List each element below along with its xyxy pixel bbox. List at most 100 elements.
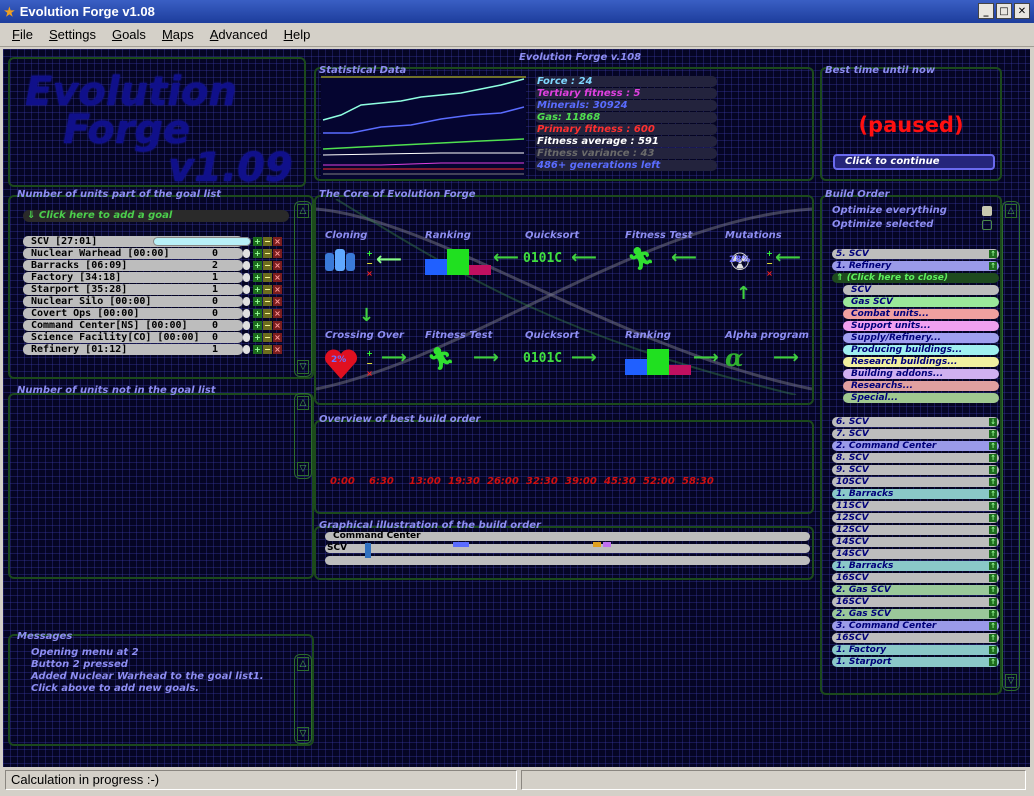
unit-category[interactable]: Building addons... (843, 369, 999, 379)
goal-plus-icon[interactable]: + (253, 237, 262, 246)
goal-remove-icon[interactable]: × (273, 345, 282, 354)
build-order-item[interactable]: 1. Factory ↑ (832, 645, 999, 655)
goal-minus-icon[interactable]: − (263, 333, 272, 342)
build-order-item[interactable]: 1. Barracks ↑ (832, 561, 999, 571)
build-order-item[interactable]: 6. SCV ↓ (832, 417, 999, 427)
goal-plus-icon[interactable]: + (253, 249, 262, 258)
build-order-item[interactable]: 5. SCV ↑ (832, 249, 999, 259)
x-icon[interactable]: × (365, 369, 374, 378)
goal-minus-icon[interactable]: − (263, 261, 272, 270)
build-order-item[interactable]: 10SCV ↑ (832, 477, 999, 487)
goal-minus-icon[interactable]: − (263, 249, 272, 258)
goal-minus-icon[interactable]: − (263, 273, 272, 282)
build-order-item[interactable]: 1. Refinery ↑ (832, 261, 999, 271)
goal-plus-icon[interactable]: + (253, 273, 262, 282)
goal-remove-icon[interactable]: × (273, 297, 282, 306)
x-icon[interactable]: × (765, 269, 774, 278)
scroll-up-icon[interactable]: △ (1005, 204, 1017, 218)
goals-scrollbar[interactable]: △ ▽ (294, 201, 312, 377)
build-order-item[interactable]: 7. SCV ↑ (832, 429, 999, 439)
unit-category[interactable]: Research buildings... (843, 357, 999, 367)
build-order-item[interactable]: 14SCV ↑ (832, 537, 999, 547)
move-up-icon[interactable]: ↑ (989, 430, 997, 438)
unit-category[interactable]: SCV (843, 285, 999, 295)
goal-plus-icon[interactable]: + (253, 333, 262, 342)
plus-icon[interactable]: + (765, 249, 774, 258)
goal-plus-icon[interactable]: + (253, 345, 262, 354)
unit-category[interactable]: Researchs... (843, 381, 999, 391)
plus-icon[interactable]: + (365, 349, 374, 358)
build-order-item[interactable]: 2. Command Center ↑ (832, 441, 999, 451)
move-up-icon[interactable]: ↑ (989, 526, 997, 534)
unit-category[interactable]: Support units... (843, 321, 999, 331)
nongoals-scrollbar[interactable]: △ ▽ (294, 393, 312, 479)
move-up-icon[interactable]: ↑ (989, 454, 997, 462)
menu-settings[interactable]: Settings (49, 27, 96, 42)
goal-remove-icon[interactable]: × (273, 309, 282, 318)
scroll-down-icon[interactable]: ▽ (1005, 674, 1017, 688)
build-order-item[interactable]: 16SCV ↑ (832, 573, 999, 583)
scroll-down-icon[interactable]: ▽ (297, 462, 309, 476)
build-order-item[interactable]: 2. Gas SCV ↑ (832, 609, 999, 619)
minus-icon[interactable]: − (765, 259, 774, 268)
move-up-icon[interactable]: ↑ (989, 514, 997, 522)
build-order-item[interactable]: 3. Command Center ↑ (832, 621, 999, 631)
move-up-icon[interactable]: ↑ (989, 442, 997, 450)
maximize-button[interactable]: □ (996, 3, 1012, 19)
build-order-scrollbar[interactable]: △ ▽ (1002, 201, 1020, 691)
move-up-icon[interactable]: ↑ (989, 478, 997, 486)
goal-plus-icon[interactable]: + (253, 261, 262, 270)
build-order-item[interactable]: 9. SCV ↑ (832, 465, 999, 475)
move-up-icon[interactable]: ↑ (989, 250, 997, 258)
menu-advanced[interactable]: Advanced (210, 27, 268, 42)
unit-category[interactable]: Supply/Refinery... (843, 333, 999, 343)
optimize-selected-option[interactable]: Optimize selected (832, 219, 933, 230)
unit-category[interactable]: Producing buildings... (843, 345, 999, 355)
goal-minus-icon[interactable]: − (263, 237, 272, 246)
move-up-icon[interactable]: ↑ (989, 658, 997, 666)
move-up-icon[interactable]: ↑ (989, 550, 997, 558)
goal-remove-icon[interactable]: × (273, 237, 282, 246)
build-order-item[interactable]: 12SCV ↑ (832, 525, 999, 535)
menu-help[interactable]: Help (284, 27, 311, 42)
move-up-icon[interactable]: ↑ (989, 538, 997, 546)
goal-minus-icon[interactable]: − (263, 345, 272, 354)
minimize-button[interactable]: _ (978, 3, 994, 19)
build-order-item[interactable]: 1. Barracks ↑ (832, 489, 999, 499)
goal-minus-icon[interactable]: − (263, 297, 272, 306)
add-goal-button[interactable]: ⇓ Click here to add a goal (23, 210, 289, 222)
build-order-item[interactable]: 16SCV ↑ (832, 597, 999, 607)
move-up-icon[interactable]: ↓ (989, 418, 997, 426)
build-order-item[interactable]: 11SCV ↑ (832, 501, 999, 511)
scroll-down-icon[interactable]: ▽ (297, 727, 309, 741)
goal-remove-icon[interactable]: × (273, 285, 282, 294)
unit-category[interactable]: Gas SCV (843, 297, 999, 307)
build-order-item[interactable]: 14SCV ↑ (832, 549, 999, 559)
build-order-item[interactable]: 12SCV ↑ (832, 513, 999, 523)
move-up-icon[interactable]: ↑ (989, 574, 997, 582)
optimize-selected-checkbox[interactable] (982, 220, 992, 230)
move-up-icon[interactable]: ↑ (989, 262, 997, 270)
build-order-item[interactable]: 1. Starport ↑ (832, 657, 999, 667)
goal-remove-icon[interactable]: × (273, 321, 282, 330)
move-up-icon[interactable]: ↑ (989, 598, 997, 606)
menu-file[interactable]: File (12, 27, 33, 42)
move-up-icon[interactable]: ↑ (989, 622, 997, 630)
goal-plus-icon[interactable]: + (253, 321, 262, 330)
close-category-button[interactable]: ⇑ (Click here to close) (832, 273, 999, 283)
move-up-icon[interactable]: ↑ (989, 466, 997, 474)
menu-maps[interactable]: Maps (162, 27, 194, 42)
build-order-item[interactable]: 2. Gas SCV ↑ (832, 585, 999, 595)
goal-plus-icon[interactable]: + (253, 309, 262, 318)
move-up-icon[interactable]: ↑ (989, 502, 997, 510)
unit-category[interactable]: Special... (843, 393, 999, 403)
minus-icon[interactable]: − (365, 359, 374, 368)
messages-scrollbar[interactable]: △ ▽ (294, 654, 312, 744)
move-up-icon[interactable]: ↑ (989, 490, 997, 498)
goal-remove-icon[interactable]: × (273, 333, 282, 342)
move-up-icon[interactable]: ↑ (989, 634, 997, 642)
goal-minus-icon[interactable]: − (263, 321, 272, 330)
move-up-icon[interactable]: ↑ (989, 562, 997, 570)
goal-plus-icon[interactable]: + (253, 297, 262, 306)
build-order-item[interactable]: 8. SCV ↑ (832, 453, 999, 463)
